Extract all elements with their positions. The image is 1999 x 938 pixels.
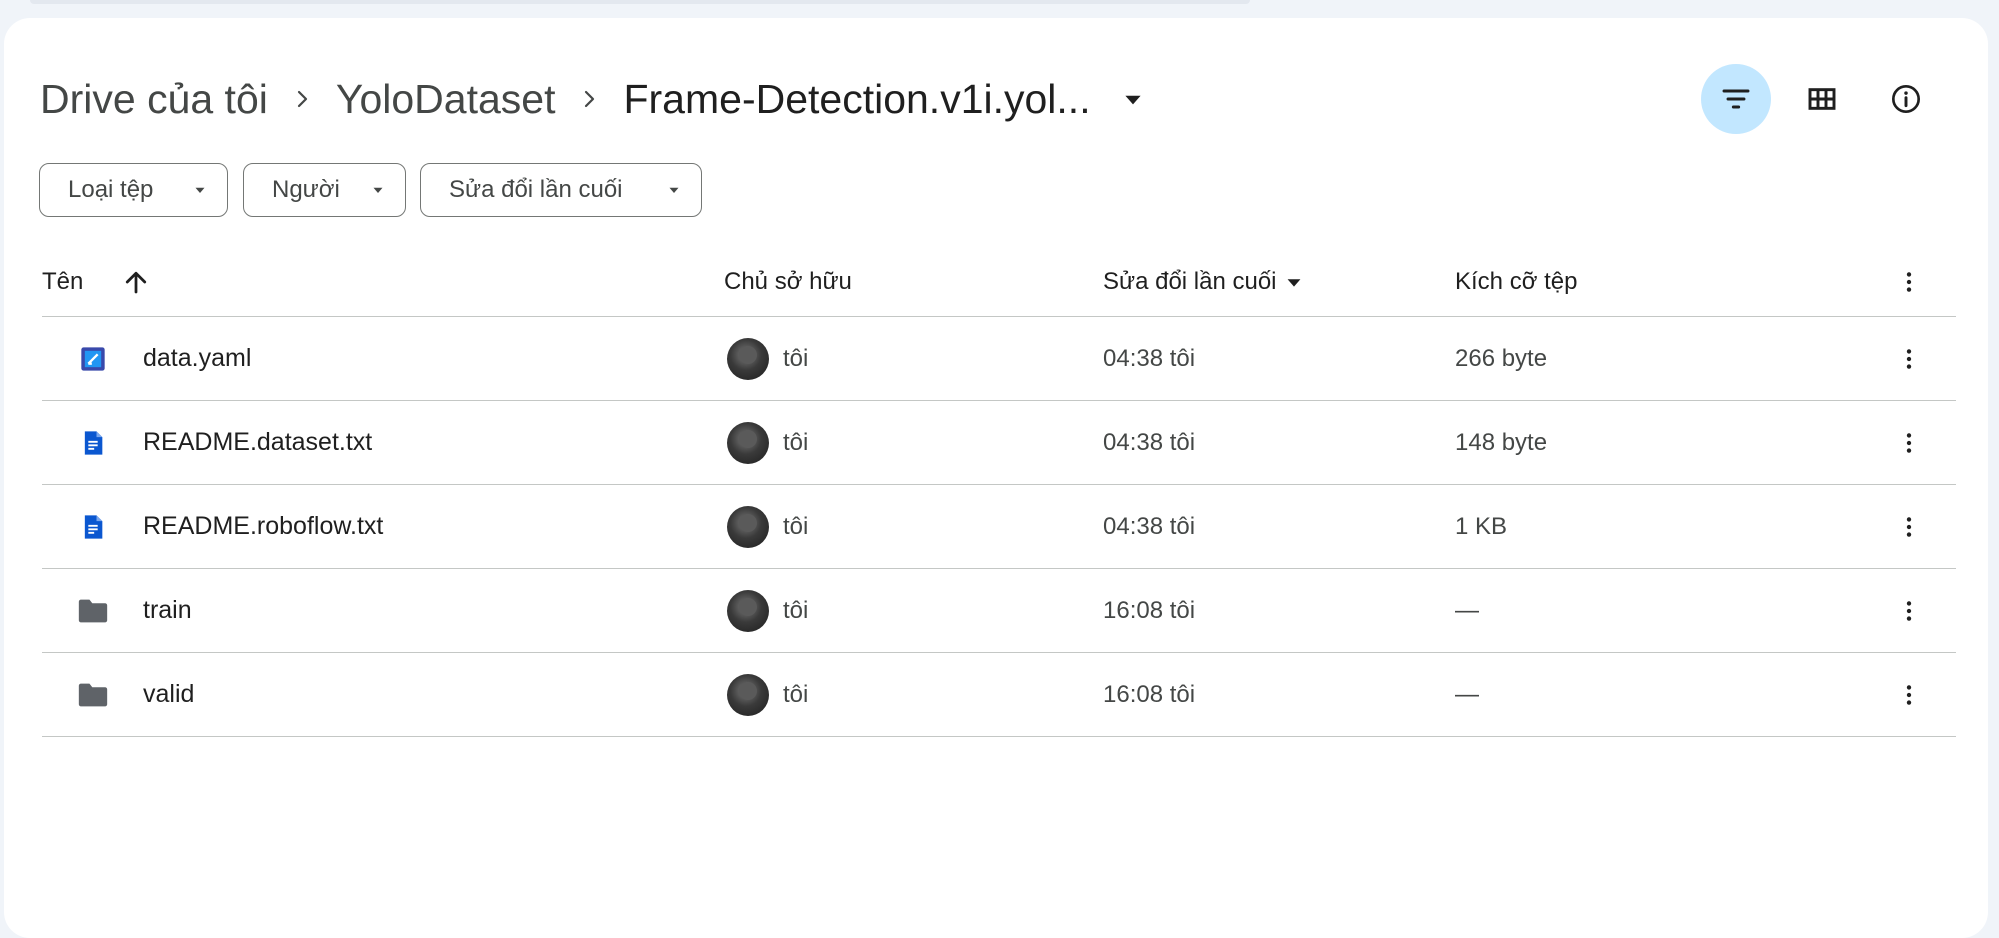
modified-by: tôi: [1169, 428, 1196, 456]
details-info-button[interactable]: [1871, 64, 1941, 134]
yaml-file-icon: [76, 342, 110, 376]
modified-time: 04:38: [1103, 428, 1164, 456]
modified-time: 16:08: [1103, 596, 1164, 624]
filter-chip-label: Sửa đổi lần cuối: [449, 176, 623, 203]
filter-chip-label: Người: [272, 176, 340, 203]
top-strip: [30, 0, 1250, 4]
modified-time: 16:08: [1103, 680, 1164, 708]
doc-file-icon: [76, 426, 110, 460]
owner-cell: tôi: [727, 653, 808, 736]
avatar: [727, 673, 769, 716]
grid-view-button[interactable]: [1787, 64, 1857, 134]
caret-down-icon: [1287, 279, 1300, 287]
more-vert-icon: [1906, 348, 1912, 369]
owner-name: tôi: [783, 596, 809, 624]
owner-cell: tôi: [727, 485, 808, 568]
column-header-size[interactable]: Kích cỡ tệp: [1455, 248, 1577, 316]
info-icon: [1892, 85, 1920, 113]
owner-cell: tôi: [727, 401, 808, 484]
column-header-label: Kích cỡ tệp: [1455, 268, 1578, 295]
grid-view-icon: [1808, 88, 1836, 110]
table-row[interactable]: README.roboflow.txt tôi 04:38 tôi 1 KB: [42, 485, 1956, 569]
file-name[interactable]: README.dataset.txt: [143, 401, 372, 484]
breadcrumb-current-folder[interactable]: Frame-Detection.v1i.yol...: [623, 76, 1090, 123]
chevron-right-icon: [268, 87, 336, 111]
filter-chip-people[interactable]: Người: [243, 163, 406, 217]
filter-chip-last-modified[interactable]: Sửa đổi lần cuối: [420, 163, 702, 217]
breadcrumb: Drive của tôi YoloDataset Frame-Detectio…: [40, 68, 1149, 130]
filter-list-icon: [1722, 89, 1750, 109]
modified-cell: 04:38 tôi: [1103, 401, 1195, 484]
breadcrumb-item-my-drive[interactable]: Drive của tôi: [40, 76, 268, 123]
more-vert-icon: [1906, 516, 1912, 537]
avatar: [727, 505, 769, 548]
arrow-up-icon[interactable]: [121, 267, 151, 297]
file-size: —: [1455, 680, 1479, 708]
column-options-button[interactable]: [1889, 248, 1929, 316]
owner-name: tôi: [783, 428, 809, 456]
caret-down-icon: [191, 181, 209, 199]
row-more-actions-button[interactable]: [1889, 339, 1929, 379]
file-name[interactable]: README.roboflow.txt: [143, 485, 383, 568]
doc-file-icon: [76, 510, 110, 544]
file-table: Tên Chủ sở hữu Sửa đổi lần cuối Kích cỡ …: [42, 248, 1956, 737]
modified-cell: 16:08 tôi: [1103, 653, 1195, 736]
table-row[interactable]: valid tôi 16:08 tôi —: [42, 653, 1956, 737]
modified-cell: 04:38 tôi: [1103, 317, 1195, 400]
filter-chip-label: Loại tệp: [68, 176, 154, 203]
table-row[interactable]: README.dataset.txt tôi 04:38 tôi 148 byt…: [42, 401, 1956, 485]
row-more-actions-button[interactable]: [1889, 675, 1929, 715]
folder-icon: [76, 678, 110, 712]
modified-time: 04:38: [1103, 344, 1164, 372]
file-size: 1 KB: [1455, 512, 1508, 540]
file-name[interactable]: data.yaml: [143, 317, 251, 400]
avatar: [727, 589, 769, 632]
column-header-name[interactable]: Tên: [42, 248, 151, 316]
caret-down-icon: [665, 181, 683, 199]
table-row[interactable]: data.yaml tôi 04:38 tôi 266 byte: [42, 317, 1956, 401]
file-size: 266 byte: [1455, 344, 1548, 372]
caret-down-icon: [1125, 95, 1141, 105]
owner-name: tôi: [783, 344, 809, 372]
column-header-owner[interactable]: Chủ sở hữu: [724, 248, 852, 316]
file-size: 148 byte: [1455, 428, 1548, 456]
row-more-actions-button[interactable]: [1889, 507, 1929, 547]
modified-by: tôi: [1169, 596, 1196, 624]
column-header-label: Chủ sở hữu: [724, 268, 852, 295]
column-header-modified[interactable]: Sửa đổi lần cuối: [1103, 248, 1305, 316]
more-vert-icon: [1906, 684, 1912, 705]
caret-down-icon: [369, 181, 387, 199]
owner-cell: tôi: [727, 569, 808, 652]
folder-icon: [76, 594, 110, 628]
more-vert-icon: [1906, 600, 1912, 621]
folder-menu-dropdown[interactable]: [1117, 83, 1149, 115]
row-more-actions-button[interactable]: [1889, 591, 1929, 631]
modified-cell: 16:08 tôi: [1103, 569, 1195, 652]
more-vert-icon: [1906, 272, 1912, 292]
modified-by: tôi: [1169, 344, 1196, 372]
row-more-actions-button[interactable]: [1889, 423, 1929, 463]
filter-chip-file-type[interactable]: Loại tệp: [39, 163, 228, 217]
file-browser-panel: Drive của tôi YoloDataset Frame-Detectio…: [4, 18, 1988, 938]
owner-name: tôi: [783, 512, 809, 540]
owner-name: tôi: [783, 680, 809, 708]
file-name[interactable]: train: [143, 569, 192, 652]
avatar: [727, 421, 769, 464]
table-row[interactable]: train tôi 16:08 tôi —: [42, 569, 1956, 653]
chevron-right-icon: [555, 87, 623, 111]
column-header-label: Sửa đổi lần cuối: [1103, 268, 1277, 295]
table-header: Tên Chủ sở hữu Sửa đổi lần cuối Kích cỡ …: [42, 248, 1956, 317]
filter-toggle-button[interactable]: [1701, 64, 1771, 134]
modified-by: tôi: [1169, 680, 1196, 708]
avatar: [727, 337, 769, 380]
more-vert-icon: [1906, 432, 1912, 453]
file-name[interactable]: valid: [143, 653, 194, 736]
owner-cell: tôi: [727, 317, 808, 400]
file-size: —: [1455, 596, 1479, 624]
modified-cell: 04:38 tôi: [1103, 485, 1195, 568]
modified-by: tôi: [1169, 512, 1196, 540]
modified-time: 04:38: [1103, 512, 1164, 540]
breadcrumb-item-yolodataset[interactable]: YoloDataset: [336, 76, 556, 123]
column-header-label: Tên: [42, 268, 84, 295]
